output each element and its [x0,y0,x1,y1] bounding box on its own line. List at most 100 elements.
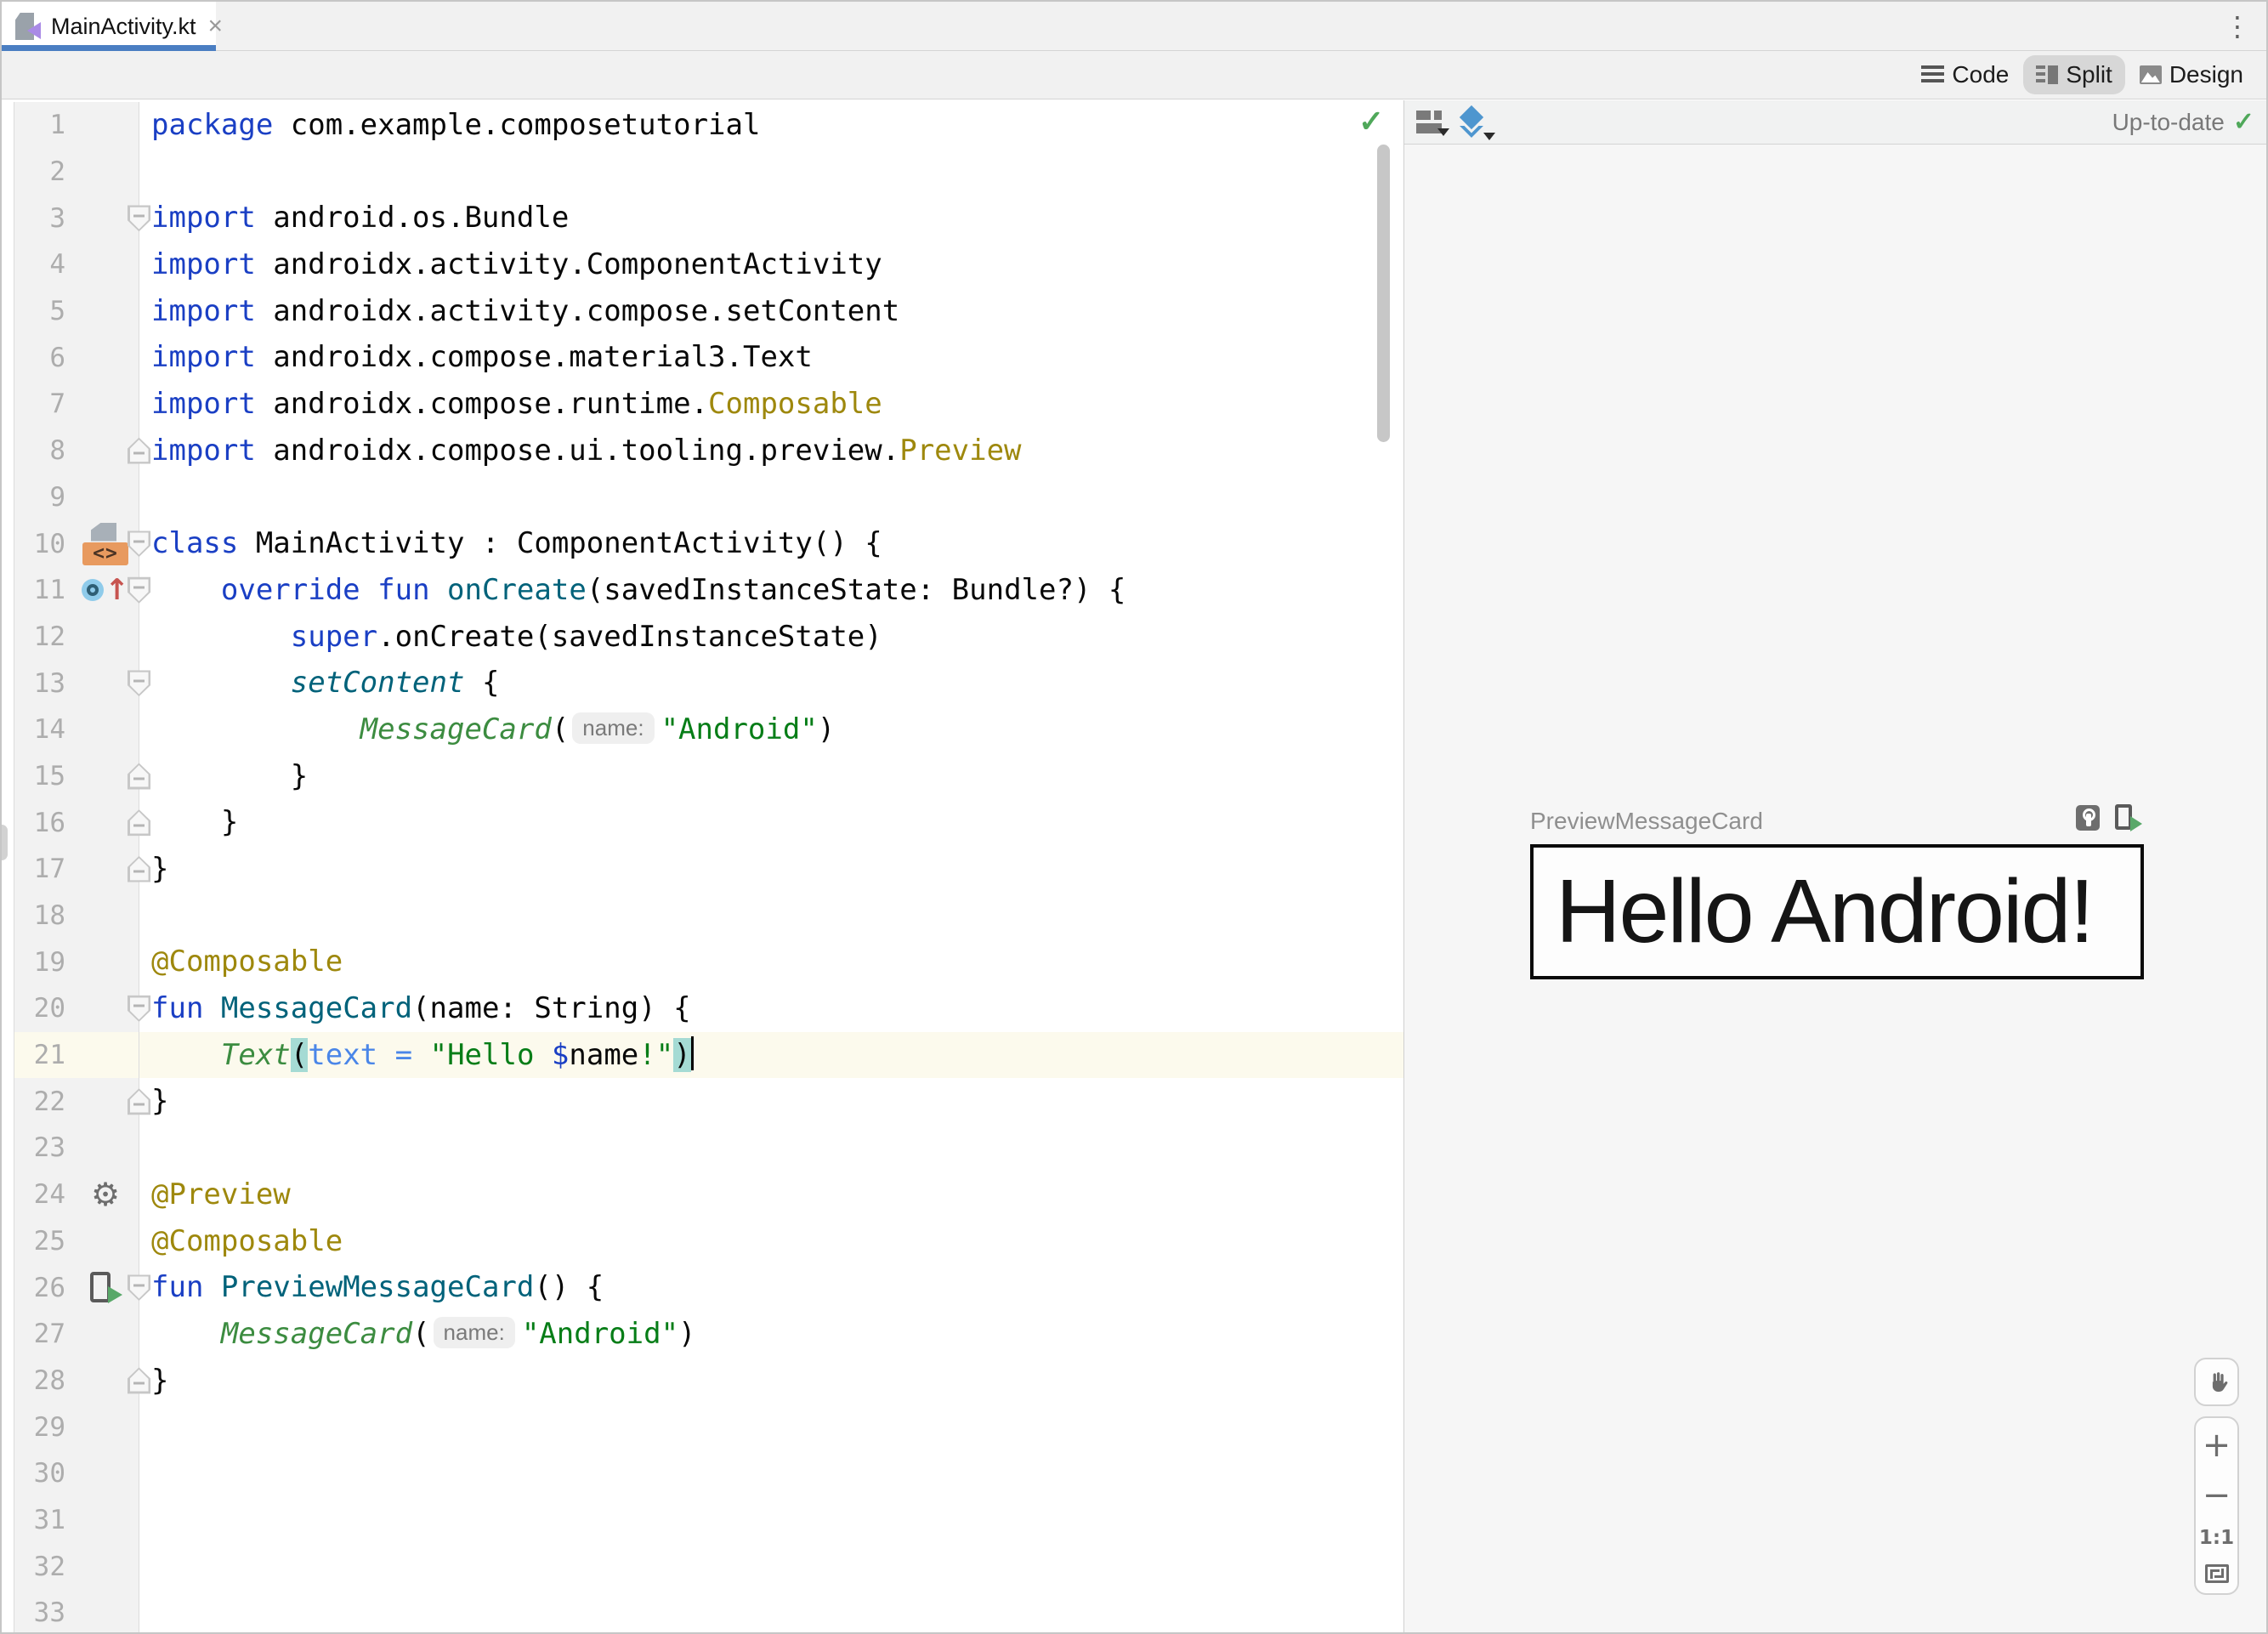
fold-marker-icon[interactable] [128,856,150,882]
fold-marker-icon[interactable] [128,1088,150,1115]
code-text[interactable]: Text(text = "Hello $name!") [139,1031,1403,1079]
fold-marker-icon[interactable] [128,809,150,836]
line-number[interactable]: 4 [14,249,65,280]
code-line[interactable]: 6 import androidx.compose.material3.Text [2,334,1403,382]
code-text[interactable]: fun PreviewMessageCard() { [139,1264,1403,1311]
code-text[interactable] [139,474,1403,521]
code-line[interactable]: 30 [2,1450,1403,1497]
code-text[interactable]: import androidx.compose.ui.tooling.previ… [139,428,1403,474]
line-number[interactable]: 14 [14,714,65,745]
line-number[interactable]: 11 [14,575,65,605]
line-number[interactable]: 31 [14,1505,65,1535]
code-line[interactable]: 8 import androidx.compose.ui.tooling.prev… [2,427,1403,474]
fold-marker-icon[interactable] [128,763,150,789]
line-number[interactable]: 10 [14,529,65,559]
zoom-out-button[interactable]: − [2203,1478,2231,1512]
line-number[interactable]: 17 [14,854,65,884]
line-number[interactable]: 23 [14,1132,65,1163]
code-line[interactable]: 28} [2,1357,1403,1404]
mode-split-button[interactable]: Split [2023,55,2125,94]
line-number[interactable]: 6 [14,343,65,373]
code-line[interactable]: 24 ⚙ @Preview [2,1171,1403,1218]
line-number[interactable]: 30 [14,1458,65,1489]
code-line[interactable]: 20 fun MessageCard(name: String) { [2,985,1403,1032]
code-text[interactable]: @Composable [139,1218,1403,1265]
zoom-in-button[interactable]: + [2203,1428,2231,1462]
code-line[interactable]: 32 [2,1543,1403,1590]
code-line[interactable]: 2 [2,148,1403,196]
code-text[interactable] [139,1125,1403,1172]
code-text[interactable]: } [139,846,1403,893]
code-text[interactable]: import androidx.activity.compose.setCont… [139,288,1403,335]
code-text[interactable]: package com.example.composetutorial [139,102,1403,149]
fold-marker-icon[interactable] [128,996,150,1022]
line-number[interactable]: 3 [14,203,65,234]
zoom-to-fit-icon[interactable] [2204,1564,2229,1583]
code-text[interactable]: import androidx.activity.ComponentActivi… [139,241,1403,288]
ui-check-layers-icon[interactable] [1459,105,1495,140]
line-number[interactable]: 27 [14,1319,65,1349]
line-number[interactable]: 21 [14,1040,65,1070]
code-line[interactable]: 19 @Composable [2,939,1403,986]
view-options-icon[interactable] [1416,111,1449,136]
code-line[interactable]: 12 super.onCreate(savedInstanceState) [2,613,1403,661]
code-text[interactable]: import android.os.Bundle [139,195,1403,241]
code-text[interactable]: @Composable [139,939,1403,985]
code-line[interactable]: 1 package com.example.composetutorial [2,102,1403,149]
code-line[interactable]: 13 setContent { [2,660,1403,706]
code-line[interactable]: 18 [2,892,1403,939]
fold-marker-icon[interactable] [128,438,150,464]
code-line[interactable]: 25 @Composable [2,1217,1403,1265]
line-number[interactable]: 22 [14,1086,65,1117]
code-editor-pane[interactable]: 1 package com.example.composetutorial 2 3 im… [2,100,1403,1632]
code-line[interactable]: 3 import android.os.Bundle [2,195,1403,242]
line-number[interactable]: 25 [14,1226,65,1257]
line-number[interactable]: 9 [14,482,65,513]
tab-close-icon[interactable]: × [208,14,224,39]
code-text[interactable]: @Preview [139,1172,1403,1218]
code-line[interactable]: 21 Text(text = "Hello $name!") [2,1031,1403,1079]
code-line[interactable]: 5 import androidx.activity.compose.setCon… [2,287,1403,335]
inspections-ok-icon[interactable]: ✓ [1358,104,1384,139]
gutter-icon-device-run[interactable] [77,1264,133,1311]
line-number[interactable]: 28 [14,1365,65,1396]
code-line[interactable]: 10 <> class MainActivity : ComponentActivi… [2,520,1403,567]
mode-code-button[interactable]: Code [1908,55,2021,94]
code-line[interactable]: 9 [2,474,1403,521]
code-line[interactable]: 14 MessageCard(name: "Android") [2,706,1403,753]
code-text[interactable] [139,1497,1403,1544]
line-number[interactable]: 8 [14,435,65,466]
line-number[interactable]: 2 [14,156,65,187]
code-text[interactable] [139,1404,1403,1450]
line-number[interactable]: 13 [14,668,65,699]
code-text[interactable]: } [139,753,1403,800]
code-text[interactable]: super.onCreate(savedInstanceState) [139,614,1403,661]
code-text[interactable]: } [139,1358,1403,1404]
tab-overflow-menu-icon[interactable]: ⋮ [2224,10,2251,43]
code-line[interactable]: 29 [2,1404,1403,1450]
code-text[interactable]: import androidx.compose.material3.Text [139,334,1403,381]
code-text[interactable] [139,149,1403,196]
gutter-icon-gear[interactable]: ⚙ [77,1172,133,1218]
fold-marker-icon[interactable] [128,530,150,557]
line-number[interactable]: 16 [14,808,65,838]
pan-tool-button[interactable] [2194,1358,2239,1406]
code-text[interactable]: setContent { [139,660,1403,706]
code-text[interactable]: import androidx.compose.runtime.Composab… [139,381,1403,428]
code-line[interactable]: 7 import androidx.compose.runtime.Composa… [2,381,1403,428]
fold-marker-icon[interactable] [128,670,150,696]
gutter-icon-xml-layout[interactable]: <> [77,520,133,567]
tool-window-handle[interactable] [2,825,8,860]
code-line[interactable]: 15 } [2,752,1403,800]
line-number[interactable]: 32 [14,1552,65,1582]
line-number[interactable]: 5 [14,296,65,326]
fold-marker-icon[interactable] [128,1367,150,1393]
code-text[interactable] [139,1590,1403,1632]
code-line[interactable]: 11 ↑ override fun onCreate(savedInstanceS… [2,566,1403,614]
code-line[interactable]: 23 [2,1125,1403,1172]
line-number[interactable]: 18 [14,900,65,931]
line-number[interactable]: 24 [14,1179,65,1210]
fold-marker-icon[interactable] [128,205,150,231]
code-text[interactable] [139,893,1403,939]
code-text[interactable] [139,1450,1403,1497]
